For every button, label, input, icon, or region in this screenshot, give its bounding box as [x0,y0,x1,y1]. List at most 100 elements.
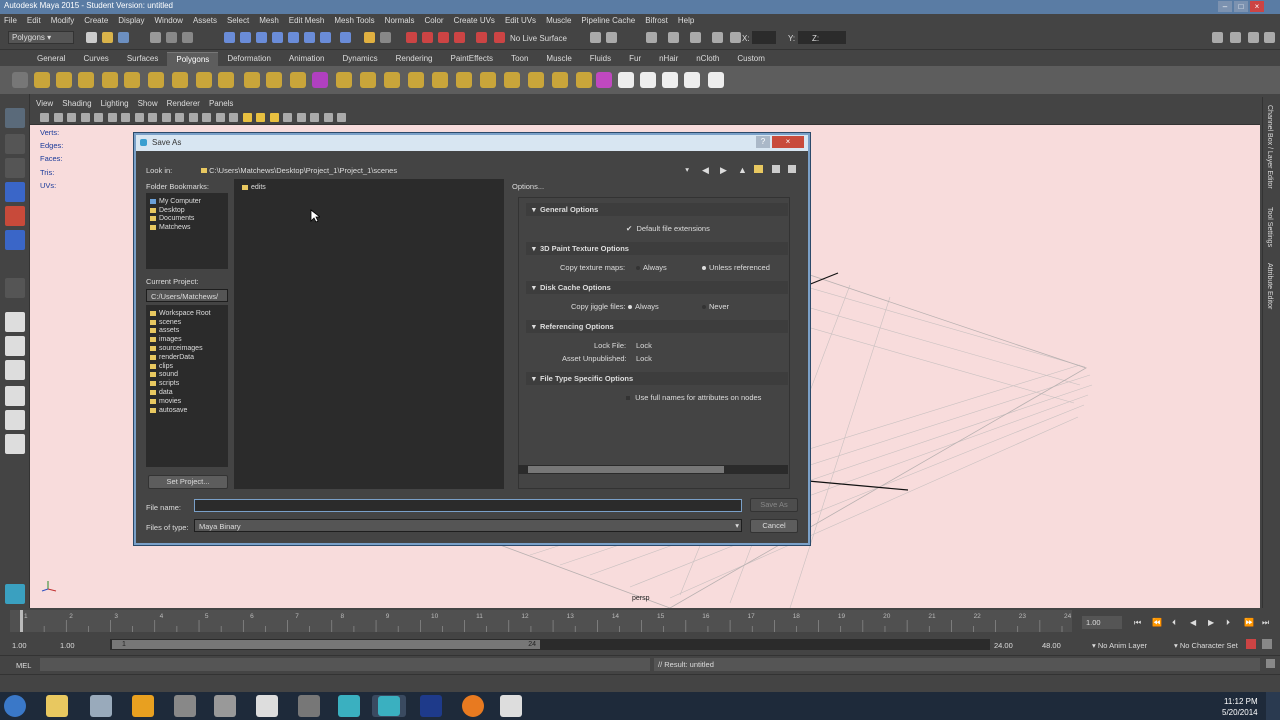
menu-pipeline-cache[interactable]: Pipeline Cache [581,16,635,26]
paint-texture-header[interactable]: ▾ 3D Paint Texture Options [526,242,788,255]
poly-prism-icon[interactable] [172,72,188,88]
menu-mesh[interactable]: Mesh [259,16,279,26]
general-options-header[interactable]: ▾ General Options [526,203,788,216]
render-settings-icon[interactable] [438,32,449,43]
panel-menu-lighting[interactable]: Lighting [101,99,129,108]
menu-file[interactable]: File [4,16,17,26]
snap-edge-icon[interactable] [340,32,351,43]
time-ruler-bg[interactable] [10,610,1072,632]
append-polygon-icon[interactable] [480,72,496,88]
explorer-taskbar-icon[interactable] [46,695,68,717]
menu-set-dropdown[interactable]: Polygons ▾ [8,31,74,44]
bookmark-matchews[interactable]: Matchews [146,223,228,232]
resolution-gate-icon[interactable] [107,113,117,122]
shelf-tab-nhair[interactable]: nHair [650,52,687,66]
file-name-input[interactable] [194,499,742,512]
shelf-tab-custom[interactable]: Custom [728,52,774,66]
minimize-button[interactable]: – [1218,1,1232,12]
sculpt-icon[interactable] [596,72,612,88]
file-type-options-header[interactable]: ▾ File Type Specific Options [526,372,788,385]
hypershade-icon[interactable] [454,32,465,43]
numeric-input-icon[interactable] [730,32,741,43]
menu-edit-uvs[interactable]: Edit UVs [505,16,536,26]
shelf-tab-curves[interactable]: Curves [74,52,117,66]
shelf-tab-animation[interactable]: Animation [280,52,334,66]
cg-taskbar-icon[interactable] [298,695,320,717]
absolute-transform-icon[interactable] [646,32,657,43]
snap-grid-icon[interactable] [224,32,235,43]
shelf-tab-ncloth[interactable]: nCloth [687,52,728,66]
input-field-mode-icon[interactable] [590,32,601,43]
show-desktop-button[interactable] [1266,692,1280,720]
rotate-tool-icon[interactable] [5,206,25,226]
project-folder-images[interactable]: images [146,335,228,344]
layout-four-icon[interactable] [5,336,25,356]
shelf-tab-muscle[interactable]: Muscle [537,52,580,66]
auto-key-icon[interactable] [1246,639,1256,649]
headus-uv-taskbar-icon[interactable] [214,695,236,717]
scale-tool-icon[interactable] [5,230,25,250]
scrollbar-thumb[interactable] [528,466,724,473]
field-chart-icon[interactable] [134,113,144,122]
image-plane-icon[interactable] [67,113,76,122]
new-scene-icon[interactable] [86,32,97,43]
menu-color[interactable]: Color [424,16,443,26]
uv-editor-icon[interactable] [640,72,656,88]
anim-layer-dropdown[interactable]: ▾ No Anim Layer [1092,641,1147,650]
safe-title-icon[interactable] [161,113,171,122]
range-start-inner[interactable]: 1.00 [60,641,75,650]
inkscape-taskbar-icon[interactable] [256,695,278,717]
menu-normals[interactable]: Normals [385,16,415,26]
current-time-marker[interactable] [20,610,23,632]
disk-cache-header[interactable]: ▾ Disk Cache Options [526,281,788,294]
open-scene-icon[interactable] [102,32,113,43]
shelf-tab-painteffects[interactable]: PaintEffects [442,52,503,66]
project-folder-data[interactable]: data [146,388,228,397]
new-folder-icon[interactable] [754,165,763,173]
file-item-edits[interactable]: edits [238,183,500,192]
shelf-tab-toon[interactable]: Toon [502,52,537,66]
smooth-icon[interactable] [312,72,328,88]
script-editor-icon[interactable] [1266,659,1275,668]
lasso-tool-icon[interactable] [5,134,25,154]
project-folder-scripts[interactable]: scripts [146,379,228,388]
jiggle-always-radio[interactable]: Always [628,302,659,311]
panel-menu-renderer[interactable]: Renderer [167,99,200,108]
project-folder-assets[interactable]: assets [146,327,228,336]
snap-vertex-icon[interactable] [304,32,315,43]
quick-selection-icon[interactable] [712,32,723,43]
bevel-icon[interactable] [576,72,592,88]
cancel-button[interactable]: Cancel [750,519,798,533]
union-icon[interactable] [336,72,352,88]
project-folder-sound[interactable]: sound [146,371,228,380]
project-folder-movies[interactable]: movies [146,397,228,406]
gate-mask-icon[interactable] [121,113,130,122]
combine-icon[interactable] [244,72,260,88]
panel-menu-shading[interactable]: Shading [62,99,91,108]
set-project-button[interactable]: Set Project... [148,475,228,489]
extract-icon[interactable] [290,72,306,88]
panel-menu-view[interactable]: View [36,99,53,108]
play-back-icon[interactable]: ◀ [1190,618,1196,627]
poly-pipe-icon[interactable] [196,72,212,88]
poly-plane-icon[interactable] [124,72,140,88]
planar-mapping-icon[interactable] [662,72,678,88]
shadows-icon[interactable] [242,113,252,122]
step-forward-frame-icon[interactable]: ⏵ [1226,618,1230,628]
shelf-tab-polygons[interactable]: Polygons [167,52,219,66]
files-of-type-dropdown[interactable]: Maya Binary ▾ [194,519,742,532]
current-project-dropdown[interactable]: C:/Users/Matchews/ [146,289,228,302]
unless-referenced-radio[interactable]: Unless referenced [702,263,770,272]
menu-display[interactable]: Display [118,16,144,26]
shelf-tab-deformation[interactable]: Deformation [218,52,280,66]
step-forward-key-icon[interactable]: ⏩ [1244,618,1254,627]
snap-point-icon[interactable] [256,32,267,43]
options-scrollbar[interactable] [518,465,788,474]
all-lights-icon[interactable] [229,113,238,122]
layout-side-icon[interactable] [5,360,25,380]
step-back-key-icon[interactable]: ⏪ [1152,618,1162,627]
paint-select-tool-icon[interactable] [5,158,25,178]
move-tool-icon[interactable] [5,182,25,202]
toggle-tool-settings-icon[interactable] [1230,32,1241,43]
poly-cube-icon[interactable] [56,72,72,88]
